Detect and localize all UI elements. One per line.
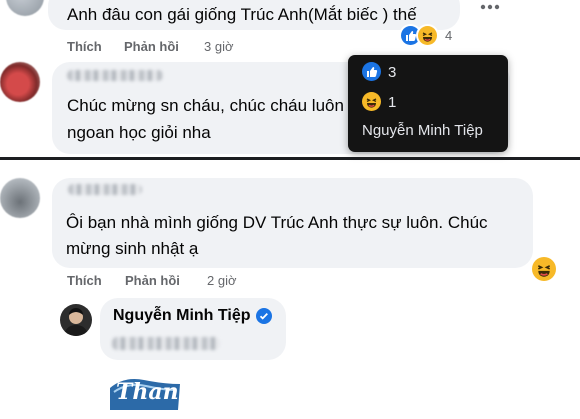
comment-2-line-2: ngoan học giỏi nha: [67, 123, 211, 142]
tooltip-like-count: 3: [388, 64, 397, 81]
like-icon: [362, 62, 381, 81]
haha-icon: [418, 26, 437, 45]
comment-1-text: Anh đâu con gái giống Trúc Anh(Mắt biếc …: [67, 5, 417, 24]
reply-action[interactable]: Phản hồi: [124, 39, 179, 54]
comment-3-line-1: Ôi bạn nhà mình giống DV Trúc Anh thực s…: [66, 213, 488, 232]
more-options-icon[interactable]: [478, 0, 502, 10]
like-action[interactable]: Thích: [67, 273, 102, 288]
reaction-summary[interactable]: 4: [399, 25, 459, 49]
haha-icon: [362, 92, 381, 111]
reply-action[interactable]: Phản hồi: [125, 273, 180, 288]
tooltip-reactor-name: Nguyễn Minh Tiệp: [362, 122, 483, 139]
thank-you-sticker: Thank: [104, 370, 194, 414]
comment-time[interactable]: 3 giờ: [204, 39, 234, 54]
comment-time[interactable]: 2 giờ: [207, 273, 237, 288]
reaction-count: 4: [445, 28, 453, 43]
like-action[interactable]: Thích: [67, 39, 102, 54]
author-name-blurred: [67, 70, 163, 81]
avatar[interactable]: [0, 62, 40, 102]
reactions-tooltip: 3 1 Nguyễn Minh Tiệp: [348, 55, 508, 152]
screenshot-divider: [0, 157, 580, 160]
tooltip-haha-count: 1: [388, 94, 397, 111]
avatar[interactable]: [60, 304, 92, 336]
sticker-text: Thank: [116, 379, 194, 405]
comment-3-line-2: mừng sinh nhật ạ: [66, 239, 199, 258]
haha-icon[interactable]: [532, 257, 556, 281]
avatar[interactable]: [0, 178, 40, 218]
author-name-blurred: [68, 184, 142, 195]
avatar[interactable]: [6, 0, 44, 16]
verified-badge-icon: [256, 308, 272, 324]
mentioned-name-blurred: [112, 337, 220, 350]
reply-author-name[interactable]: Nguyễn Minh Tiệp: [113, 307, 250, 325]
